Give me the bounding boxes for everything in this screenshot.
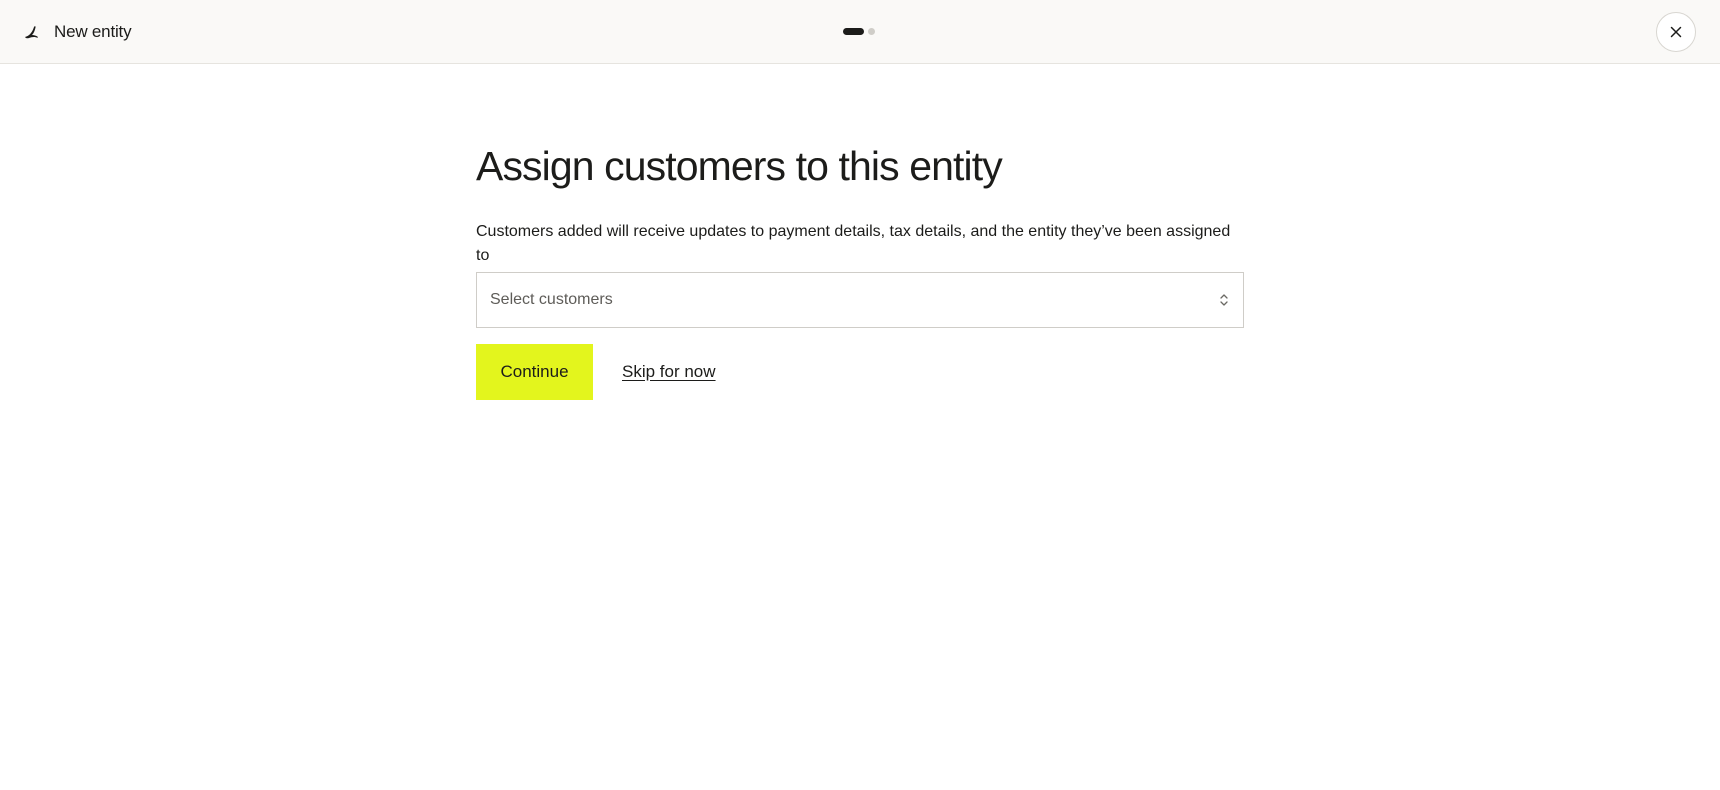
page-description: Customers added will receive updates to …	[476, 223, 1231, 264]
step-indicator-inactive	[868, 28, 875, 35]
step-indicator	[843, 28, 875, 35]
close-icon	[1670, 26, 1682, 38]
continue-button[interactable]: Continue	[476, 344, 593, 400]
header-title: New entity	[54, 22, 132, 41]
actions-row: Continue Skip for now	[476, 344, 1244, 400]
skip-for-now-link[interactable]: Skip for now	[622, 362, 716, 382]
customer-select-placeholder: Select customers	[490, 291, 613, 308]
top-bar: New entity	[0, 0, 1720, 64]
bird-logo-icon	[22, 23, 40, 41]
page-title: Assign customers to this entity	[476, 143, 1003, 189]
step-indicator-active	[843, 28, 864, 35]
customer-select[interactable]: Select customers	[476, 272, 1244, 328]
chevron-up-down-icon	[1218, 292, 1230, 308]
brand: New entity	[22, 20, 132, 44]
main-content: Assign customers to this entity Customer…	[476, 140, 1244, 400]
close-button[interactable]	[1656, 12, 1696, 52]
